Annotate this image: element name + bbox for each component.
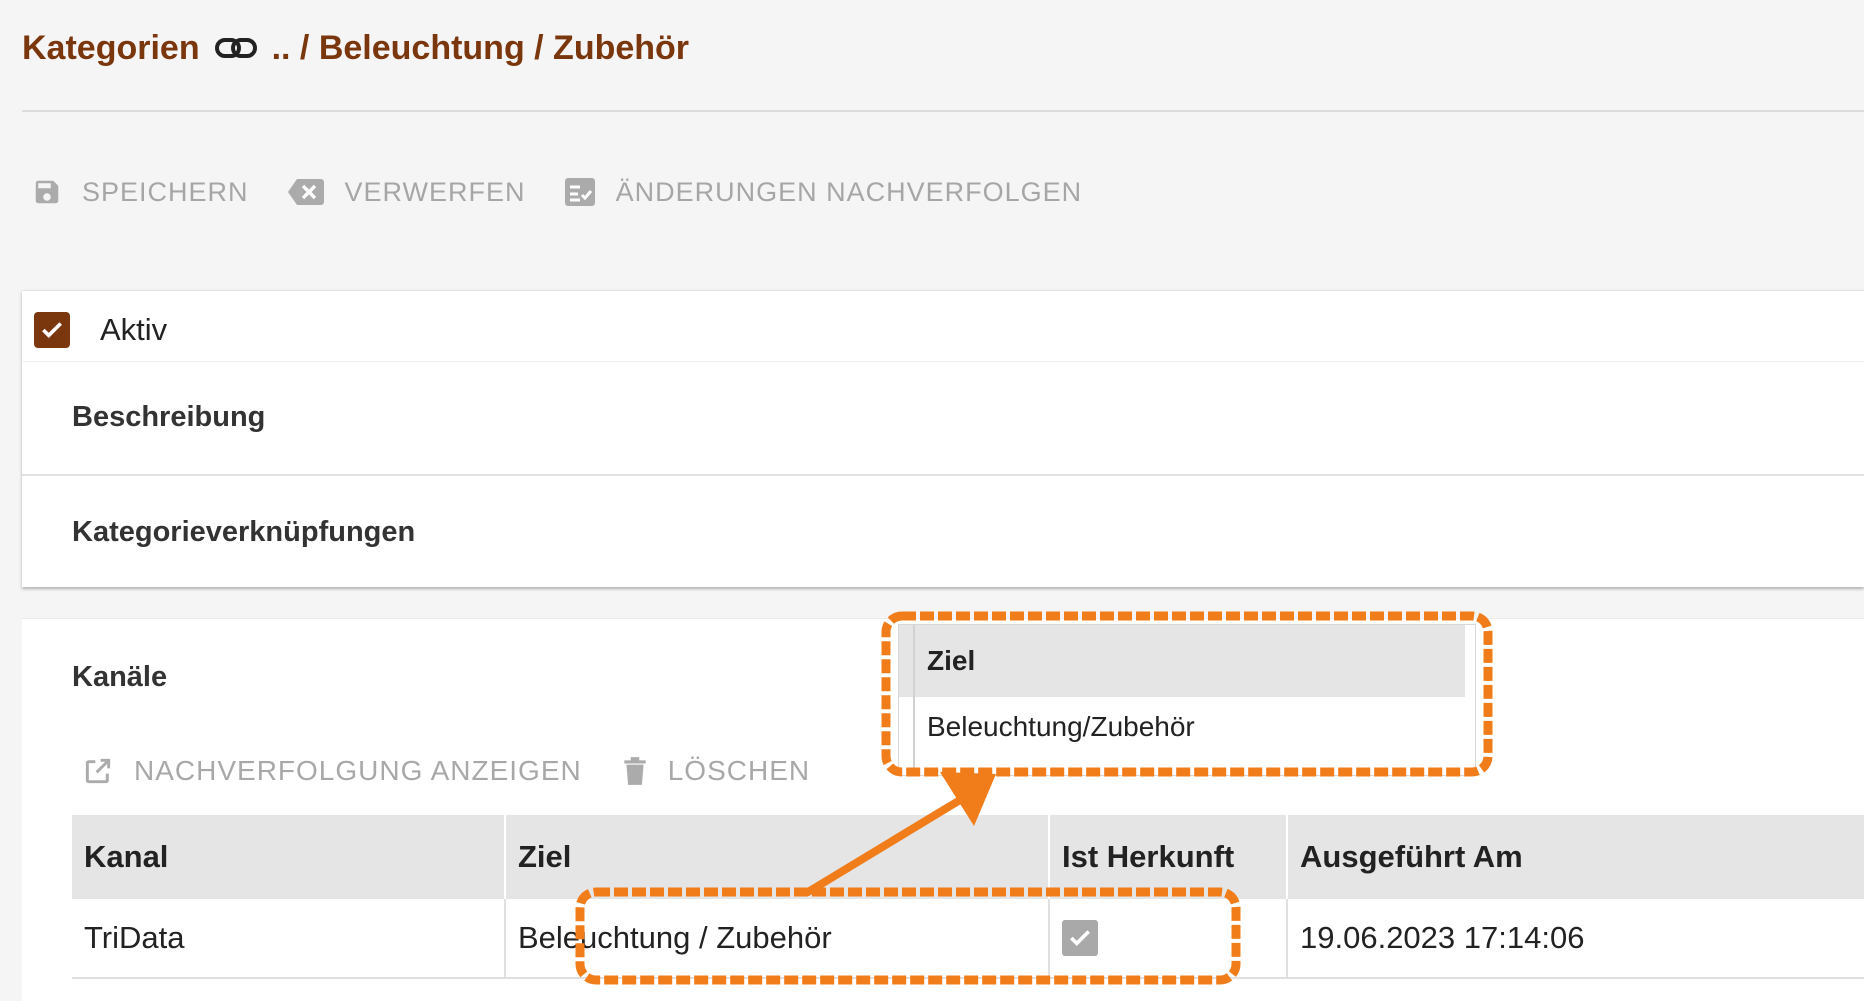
annotation-arrow-head: [940, 772, 996, 826]
annotation-highlight-callout: [881, 611, 1493, 777]
annotation-arrow-line: [804, 796, 964, 896]
annotation-overlay: [575, 611, 1493, 985]
annotation-highlight-cell: [575, 887, 1241, 985]
